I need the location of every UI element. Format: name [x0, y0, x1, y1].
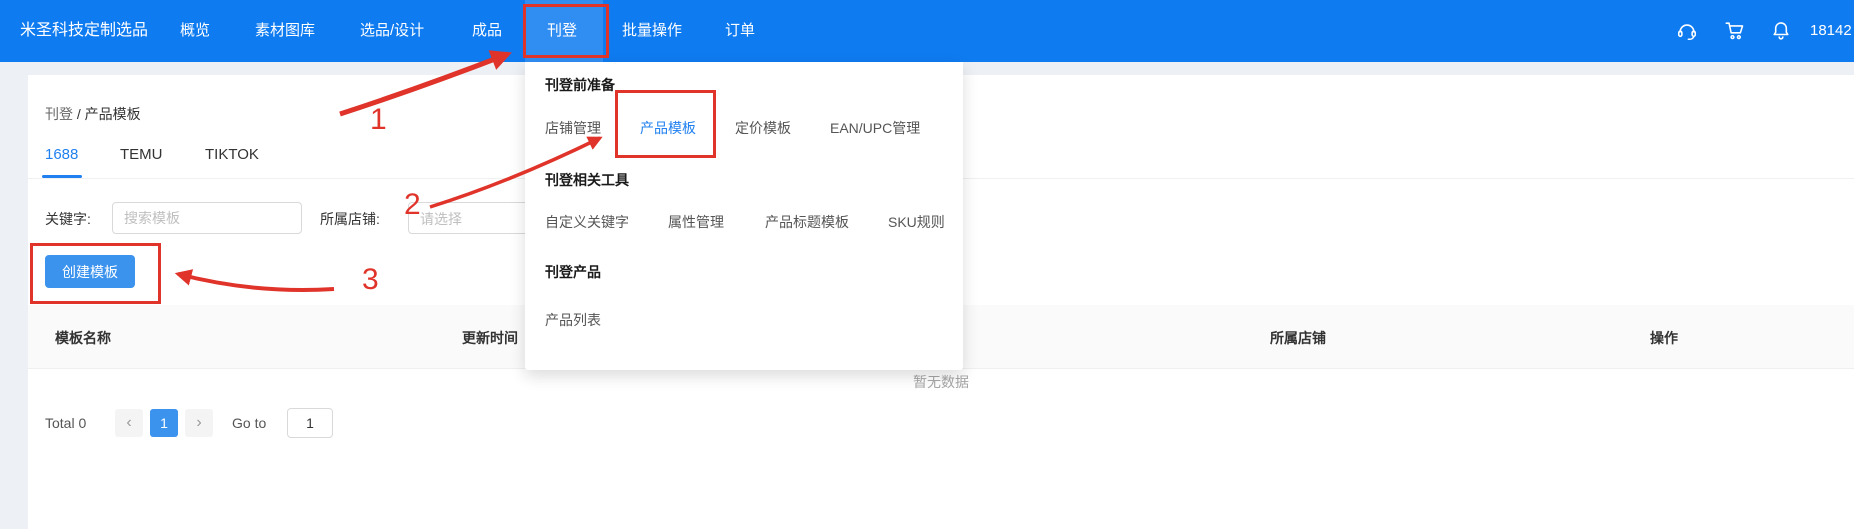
col-update-time: 更新时间: [462, 328, 518, 348]
account-phone[interactable]: 18142: [1810, 0, 1852, 62]
menu-item-product-list[interactable]: 产品列表: [545, 310, 601, 330]
pagination-prev-button[interactable]: ‹: [115, 409, 143, 437]
pagination-goto-label: Go to: [232, 415, 266, 431]
pagination-page-1[interactable]: 1: [150, 409, 178, 437]
menu-section-publish-products: 刊登产品: [545, 262, 601, 282]
menu-item-sku-rules[interactable]: SKU规则: [888, 212, 945, 232]
nav-item-batch-ops[interactable]: 批量操作: [622, 0, 682, 62]
keyword-search-input[interactable]: [112, 202, 302, 234]
breadcrumb-separator: /: [73, 106, 85, 122]
nav-item-select-design[interactable]: 选品/设计: [360, 0, 424, 62]
keyword-label: 关键字:: [45, 209, 91, 229]
publish-dropdown-menu: 刊登前准备 店铺管理 产品模板 定价模板 EAN/UPC管理 刊登相关工具 自定…: [525, 62, 963, 370]
tab-1688[interactable]: 1688: [45, 146, 78, 163]
menu-section-publish-tools: 刊登相关工具: [545, 170, 629, 190]
menu-item-shop-management[interactable]: 店铺管理: [545, 118, 601, 138]
breadcrumb-current: 产品模板: [85, 106, 141, 122]
nav-brand[interactable]: 米圣科技定制选品: [20, 0, 148, 62]
menu-item-attribute-mgmt[interactable]: 属性管理: [668, 212, 724, 232]
breadcrumb-parent[interactable]: 刊登: [45, 106, 73, 122]
nav-item-publish[interactable]: 刊登: [547, 0, 577, 62]
col-template-name: 模板名称: [55, 328, 111, 348]
nav-item-material-lib[interactable]: 素材图库: [255, 0, 315, 62]
shop-select-placeholder: 请选择: [420, 209, 462, 229]
breadcrumb: 刊登 / 产品模板: [45, 104, 141, 124]
top-nav-bar: 米圣科技定制选品 概览 素材图库 选品/设计 成品 刊登 批量操作 订单 181…: [0, 0, 1854, 62]
nav-item-overview[interactable]: 概览: [180, 0, 210, 62]
pagination-next-button[interactable]: ›: [185, 409, 213, 437]
customer-service-icon[interactable]: [1676, 20, 1698, 42]
nav-item-finished[interactable]: 成品: [472, 0, 502, 62]
col-actions: 操作: [1650, 328, 1678, 348]
col-shop: 所属店铺: [1270, 328, 1326, 348]
menu-item-product-template[interactable]: 产品模板: [640, 118, 696, 138]
pagination-goto-input[interactable]: [287, 408, 333, 438]
pagination-total: Total 0: [45, 415, 86, 431]
menu-item-custom-keywords[interactable]: 自定义关键字: [545, 212, 629, 232]
shop-label: 所属店铺:: [320, 209, 380, 229]
tab-tiktok[interactable]: TIKTOK: [205, 146, 259, 163]
bell-icon[interactable]: [1770, 20, 1792, 42]
empty-state-text: 暂无数据: [28, 372, 1854, 392]
menu-item-ean-upc[interactable]: EAN/UPC管理: [830, 118, 920, 138]
cart-icon[interactable]: [1724, 20, 1746, 42]
menu-item-title-template[interactable]: 产品标题模板: [765, 212, 849, 232]
create-template-button[interactable]: 创建模板: [45, 255, 135, 288]
menu-item-pricing-template[interactable]: 定价模板: [735, 118, 791, 138]
nav-item-orders[interactable]: 订单: [725, 0, 755, 62]
menu-section-pre-publish: 刊登前准备: [545, 75, 615, 95]
tab-temu[interactable]: TEMU: [120, 146, 163, 163]
